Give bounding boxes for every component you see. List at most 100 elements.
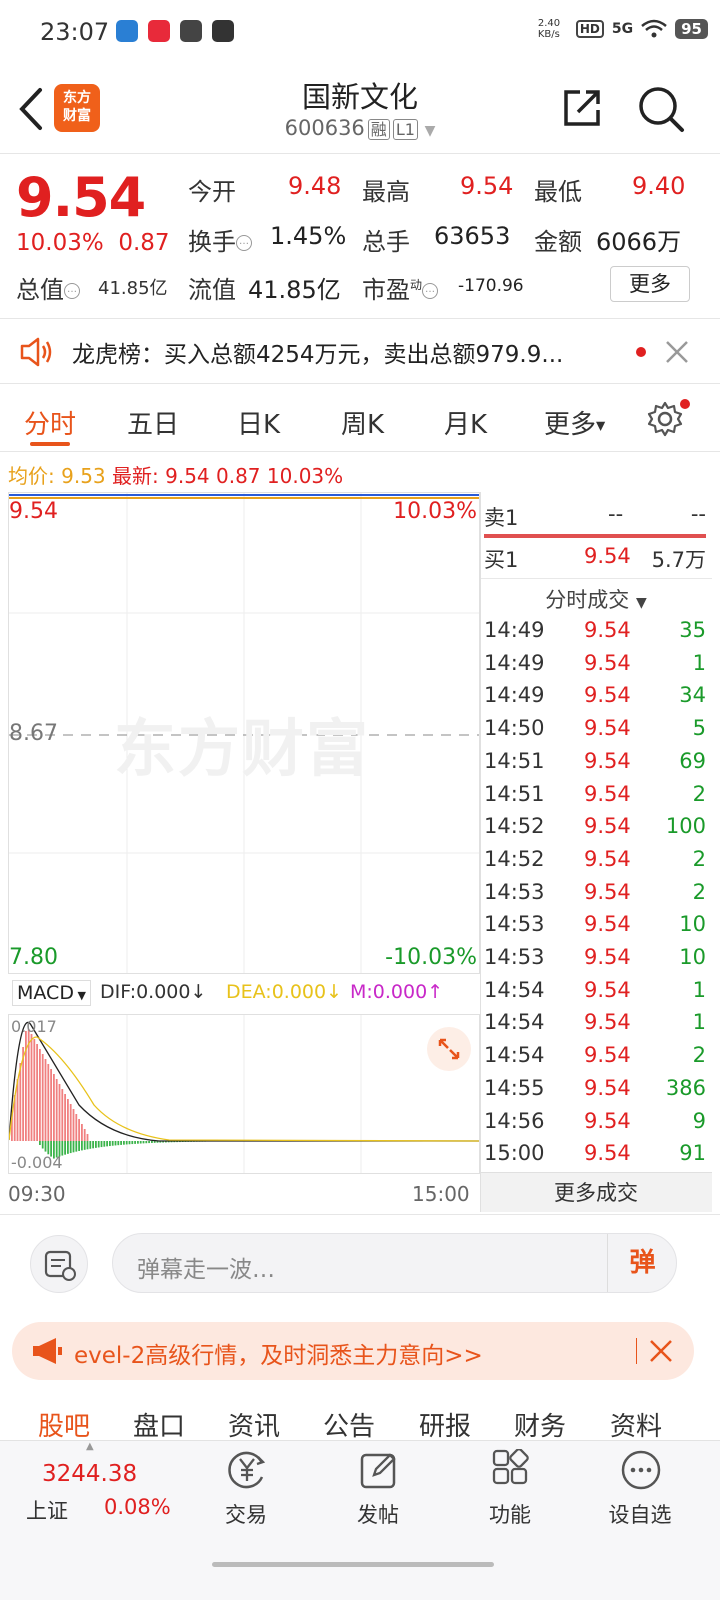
- tick-price: 9.54: [584, 650, 631, 675]
- post-button[interactable]: 发帖: [328, 1441, 428, 1541]
- volume-value: 63653: [434, 222, 511, 250]
- tick-volume: 2: [692, 781, 706, 806]
- tab-announcements[interactable]: 公告: [323, 1406, 375, 1443]
- info-icon[interactable]: …: [64, 283, 80, 299]
- macd-bar-negative: [41, 1141, 44, 1149]
- stock-code-row[interactable]: 600636 融 L1 ▼: [0, 116, 720, 140]
- chevron-down-icon: ▼: [424, 123, 436, 139]
- chart-bottom-price: 7.80: [9, 945, 58, 970]
- change-value: 0.87: [118, 230, 170, 256]
- hd-badge: HD: [575, 20, 604, 38]
- more-quote-button[interactable]: 更多: [610, 266, 690, 302]
- macd-bar-negative: [134, 1141, 136, 1144]
- notice-text: 龙虎榜：买入总额4254万元，卖出总额979.9...: [72, 342, 564, 368]
- tab-profile[interactable]: 资料: [610, 1406, 662, 1443]
- trade-label: 交易: [225, 1503, 267, 1527]
- dragon-tiger-notice[interactable]: 龙虎榜：买入总额4254万元，卖出总额979.9...: [0, 318, 720, 384]
- chart-top-price: 9.54: [9, 499, 58, 524]
- latest-change: 0.87: [216, 464, 261, 488]
- add-watchlist-label: 设自选: [608, 1503, 672, 1527]
- level2-promo-banner[interactable]: evel-2高级行情，及时洞悉主力意向>>: [12, 1322, 694, 1380]
- tab-more[interactable]: 更多▼: [544, 404, 605, 441]
- macd-bar-positive: [33, 1039, 36, 1141]
- macd-bar-positive: [64, 1094, 66, 1141]
- tick-time: 14:50: [484, 716, 545, 741]
- tick-price: 9.54: [584, 1108, 631, 1133]
- pe-sup: 动: [410, 278, 423, 292]
- chart-watermark: 东方财富: [114, 712, 371, 785]
- close-icon[interactable]: [664, 339, 690, 365]
- ticks-header[interactable]: 分时成交 ▼: [480, 584, 712, 614]
- search-icon[interactable]: [636, 84, 686, 134]
- level-tag: L1: [392, 119, 418, 140]
- share-icon[interactable]: [560, 86, 604, 130]
- caret-down-icon: ▼: [596, 418, 606, 433]
- macd-bar-positive: [50, 1069, 52, 1141]
- indicator-selector[interactable]: MACD ▼: [12, 980, 91, 1006]
- danmu-settings-icon[interactable]: [30, 1235, 88, 1293]
- macd-bar-negative: [111, 1141, 114, 1146]
- tick-volume: 10: [679, 945, 706, 969]
- macd-bar-negative: [139, 1141, 142, 1144]
- banner-text: evel-2高级行情，及时洞悉主力意向>>: [74, 1343, 483, 1369]
- macd-bar-negative: [69, 1141, 72, 1154]
- tab-pankou[interactable]: 盘口: [133, 1406, 185, 1443]
- index-name: 上证: [26, 1499, 68, 1523]
- danmu-bar: 弹幕走一波… 弹: [0, 1214, 720, 1314]
- intraday-chart[interactable]: 东方财富 9.54 10.03% 8.67 7.80 -10.03%: [8, 492, 480, 974]
- expand-icon[interactable]: [427, 1027, 471, 1071]
- tab-monthly[interactable]: 月K: [444, 404, 487, 441]
- trade-button[interactable]: 交易: [196, 1441, 296, 1541]
- caret-up-icon: ▲: [86, 1441, 94, 1452]
- tick-time: 14:49: [484, 618, 545, 642]
- tab-daily[interactable]: 日K: [237, 404, 280, 441]
- macd-bar-negative: [148, 1141, 150, 1144]
- ask1-price: --: [608, 502, 624, 526]
- dea-text: DEA:0.000: [226, 981, 327, 1003]
- settings-gear-icon[interactable]: [646, 400, 684, 438]
- tick-price: 9.54: [584, 748, 631, 773]
- turnover-value: 1.45%: [270, 222, 347, 250]
- edit-icon: [360, 1453, 396, 1489]
- active-tab-indicator: [30, 442, 70, 446]
- tab-finance[interactable]: 财务: [514, 1406, 566, 1443]
- macd-chart[interactable]: 0.017 -0.004: [8, 1014, 480, 1174]
- tab-research[interactable]: 研报: [419, 1406, 471, 1443]
- macd-bar-negative: [86, 1141, 89, 1150]
- tab-guba[interactable]: 股吧: [38, 1406, 90, 1443]
- tab-more-label: 更多: [544, 410, 597, 440]
- functions-button[interactable]: 功能: [460, 1441, 560, 1541]
- tab-intraday[interactable]: 分时: [24, 404, 76, 441]
- latest-pct: 10.03%: [266, 464, 344, 488]
- tick-volume: 5: [692, 716, 706, 741]
- danmu-send-button[interactable]: 弹: [607, 1234, 677, 1292]
- more-ticks-button[interactable]: 更多成交: [480, 1172, 712, 1212]
- tab-weekly[interactable]: 周K: [341, 404, 384, 441]
- bid1-price: 9.54: [584, 544, 631, 568]
- tick-time: 14:51: [484, 781, 545, 806]
- mktcap-label: 总值…: [16, 270, 80, 305]
- notification-app-icon: [116, 20, 138, 42]
- tick-price: 9.54: [584, 1075, 631, 1100]
- amount-value: 6066万: [596, 228, 682, 256]
- tick-volume: 69: [679, 748, 706, 773]
- low-value: 9.40: [632, 172, 686, 200]
- add-watchlist-button[interactable]: 设自选: [590, 1441, 690, 1541]
- info-tabs: 股吧 盘口 资讯 公告 研报 财务 资料: [0, 1398, 720, 1442]
- close-icon[interactable]: [648, 1338, 674, 1364]
- tab-news[interactable]: 资讯: [228, 1406, 280, 1443]
- orderbook-panel: 卖1 -- -- 买1 9.54 5.7万 分时成交 ▼ 14:49 9.54 35…: [480, 492, 712, 1212]
- tab-5day[interactable]: 五日: [127, 404, 179, 441]
- index-change: 0.08%: [104, 1495, 171, 1519]
- macd-bar-negative: [145, 1141, 148, 1144]
- info-icon[interactable]: …: [422, 283, 439, 299]
- tick-time: 14:52: [484, 846, 545, 871]
- home-indicator[interactable]: [212, 1562, 494, 1567]
- index-ticker[interactable]: ▲ 3244.38 上证 0.08%: [0, 1441, 190, 1541]
- info-icon[interactable]: …: [236, 235, 252, 251]
- divider: [480, 578, 712, 579]
- ask-bid-divider: [484, 534, 706, 538]
- post-label: 发帖: [357, 1503, 399, 1527]
- danmu-input[interactable]: 弹幕走一波… 弹: [112, 1233, 677, 1293]
- macd-bar-positive: [41, 1054, 44, 1141]
